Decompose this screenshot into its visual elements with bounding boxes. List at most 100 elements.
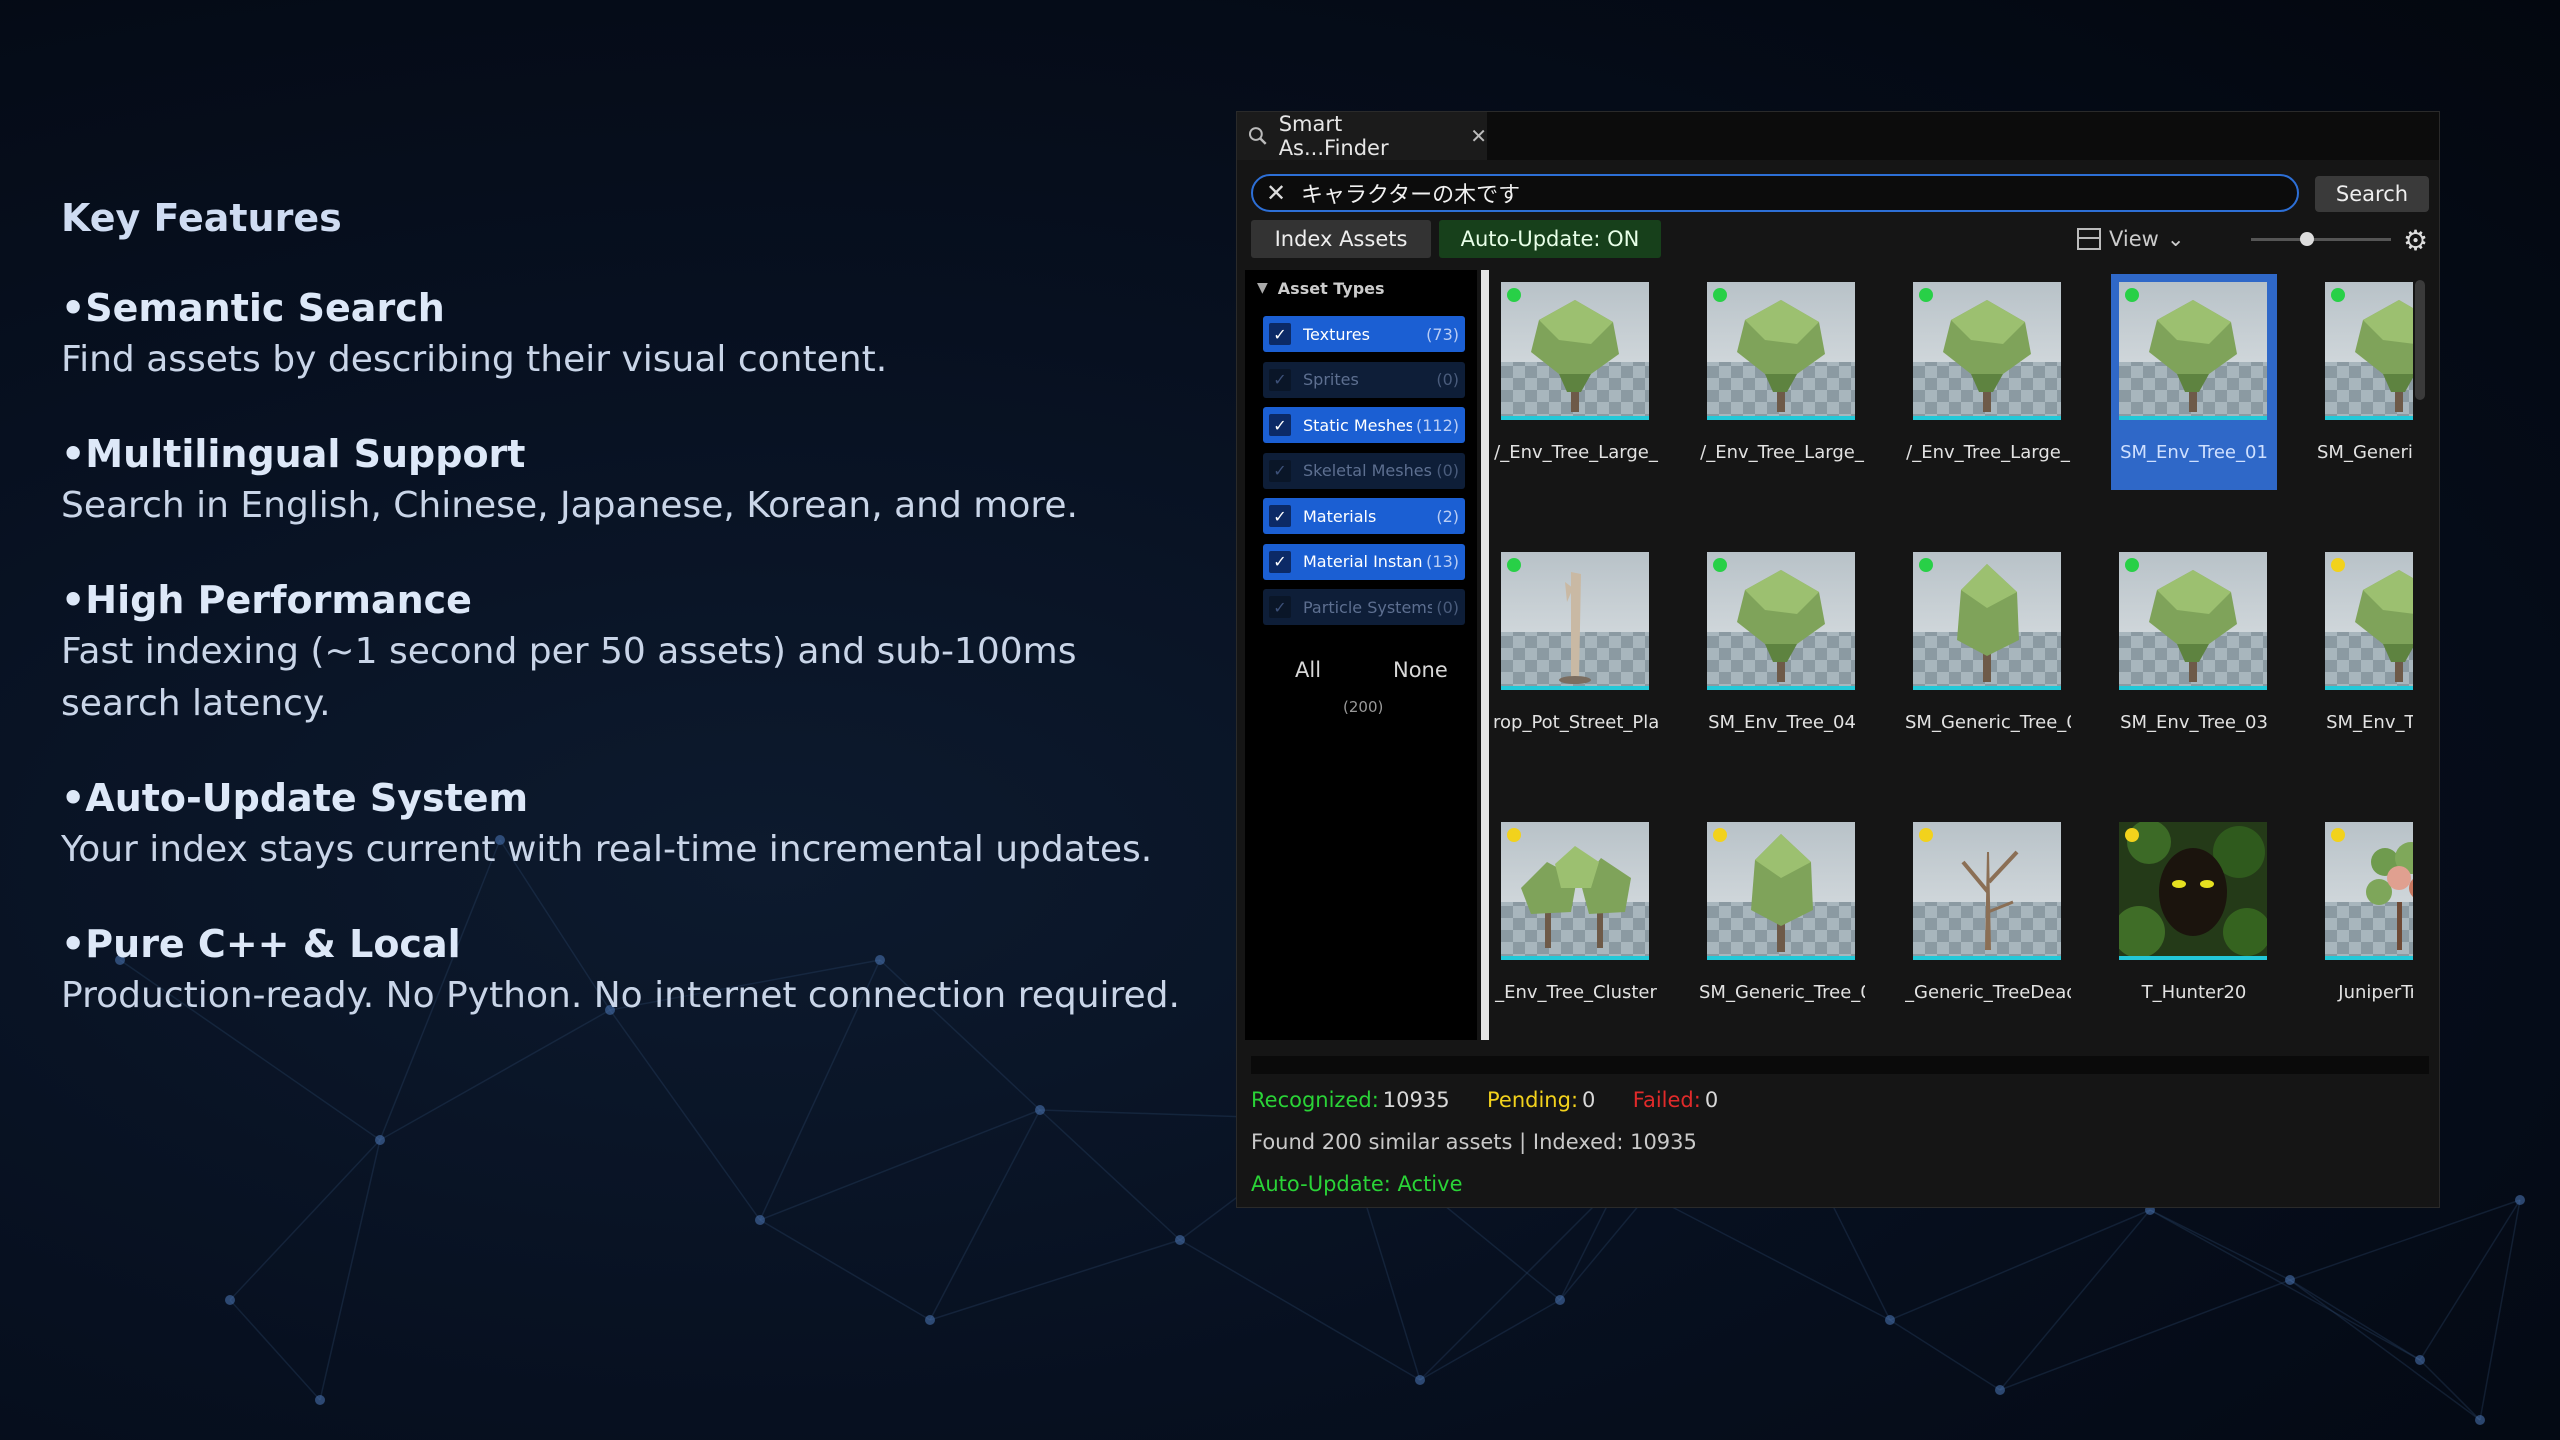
index-assets-button[interactable]: Index Assets <box>1251 220 1431 258</box>
feature-desc: Find assets by describing their visual c… <box>61 339 888 380</box>
index-status-dot <box>1713 558 1727 572</box>
type-name: Textures <box>1303 324 1370 344</box>
feature-performance: •High Performance Fast indexing (~1 seco… <box>61 574 1201 730</box>
type-name: Materials <box>1303 506 1377 526</box>
thumbnail-underline <box>1707 956 1855 960</box>
asset-thumbnail <box>2325 552 2413 690</box>
asset-name: JuniperTree02 <box>2338 982 2413 1003</box>
search-input[interactable] <box>1301 180 2281 206</box>
select-all-button[interactable]: All <box>1295 658 1321 682</box>
checkbox[interactable]: ✓ <box>1269 550 1291 573</box>
index-status-dot <box>1919 828 1933 842</box>
thumbnail-underline <box>1913 956 2061 960</box>
asset-preview-icon <box>1957 564 2019 682</box>
asset-tile[interactable]: _Env_Tree_Cluster <box>1493 814 1659 1030</box>
asset-name: T_Hunter20 <box>2141 982 2247 1003</box>
asset-tile[interactable]: rop_Pot_Street_Pla <box>1493 544 1659 760</box>
close-icon[interactable]: ✕ <box>1470 124 1487 148</box>
thumbnail-underline <box>1913 416 2061 420</box>
gear-icon[interactable]: ⚙ <box>2403 224 2428 257</box>
checkbox[interactable]: ✓ <box>1269 414 1291 436</box>
asset-tile[interactable]: SM_Env_Tree_02 <box>2317 544 2413 760</box>
checkbox[interactable]: ✓ <box>1269 505 1291 527</box>
smart-asset-finder-window: Smart As...Finder ✕ ✕ Search Index Asset… <box>1236 111 2440 1208</box>
type-chip-static-meshes[interactable]: ✓ Static Meshes (112) <box>1263 407 1465 443</box>
index-status-dot <box>2125 558 2139 572</box>
auto-update-toggle[interactable]: Auto-Update: ON <box>1439 220 1661 258</box>
tab-bar: Smart As...Finder ✕ <box>1237 112 2439 160</box>
asset-types-header[interactable]: ▼ Asset Types <box>1245 270 1477 306</box>
asset-name: SM_Generic_Tree_0 <box>2317 442 2413 463</box>
features-heading: Key Features <box>61 196 342 240</box>
type-chip-sprites[interactable]: ✓ Sprites (0) <box>1263 361 1465 398</box>
feature-desc: Your index stays current with real-time … <box>61 829 1153 870</box>
asset-preview-icon <box>1751 834 1813 952</box>
asset-tile[interactable]: SM_Generic_Tree_0 <box>1905 544 2071 760</box>
type-name: Particle Systems <box>1303 597 1433 617</box>
asset-tile[interactable]: SM_Generic_Tree_0 <box>2317 274 2413 490</box>
asset-preview-icon <box>2149 570 2237 682</box>
asset-thumbnail <box>1707 822 1855 960</box>
index-status-dot <box>2125 288 2139 302</box>
slider-handle[interactable] <box>2300 232 2314 246</box>
checkbox[interactable]: ✓ <box>1269 368 1291 391</box>
index-status: Recognized: 10935 Pending: 0 Failed: 0 <box>1251 1088 1722 1112</box>
asset-thumbnail <box>1707 552 1855 690</box>
feature-desc: Fast indexing (~1 second per 50 assets) … <box>61 631 1077 724</box>
type-chip-particle-systems[interactable]: ✓ Particle Systems (0) <box>1263 589 1465 625</box>
thumbnail-underline <box>1707 686 1855 690</box>
index-status-dot <box>2331 828 2345 842</box>
index-status-dot <box>1713 828 1727 842</box>
feature-title: •Multilingual Support <box>61 432 526 476</box>
type-count: (13) <box>1426 552 1459 571</box>
index-status-dot <box>1919 288 1933 302</box>
asset-tile[interactable]: /_Env_Tree_Large_ <box>1493 274 1659 490</box>
asset-name: rop_Pot_Street_Pla <box>1493 712 1659 733</box>
view-dropdown[interactable]: View ⌄ <box>2077 220 2184 258</box>
asset-thumbnail <box>1501 552 1649 690</box>
search-button[interactable]: Search <box>2315 176 2429 212</box>
tab-smart-asset-finder[interactable]: Smart As...Finder ✕ <box>1237 112 1487 160</box>
asset-tile[interactable]: SM_Env_Tree_04 <box>1699 544 1865 760</box>
type-chip-skeletal-meshes[interactable]: ✓ Skeletal Meshes (0) <box>1263 452 1465 489</box>
asset-thumbnail <box>1501 282 1649 420</box>
asset-tile[interactable]: _Generic_TreeDead <box>1905 814 2071 1030</box>
scrollbar[interactable] <box>2415 280 2425 400</box>
asset-name: /_Env_Tree_Large_ <box>1494 442 1658 463</box>
checkbox[interactable]: ✓ <box>1269 459 1291 482</box>
asset-preview-icon <box>1737 300 1825 412</box>
asset-thumbnail <box>1913 282 2061 420</box>
feature-auto-update: •Auto-Update System Your index stays cur… <box>61 772 1201 876</box>
asset-tile[interactable]: SM_Generic_Tree_0 <box>1699 814 1865 1030</box>
checkbox[interactable]: ✓ <box>1269 596 1291 618</box>
index-progress-bar <box>1251 1056 2429 1074</box>
index-status-dot <box>2125 828 2139 842</box>
recognized-value: 10935 <box>1382 1088 1450 1112</box>
asset-grid: /_Env_Tree_Large_ /_Env_Tree_Large_ /_En… <box>1493 270 2413 1040</box>
type-chip-materials[interactable]: ✓ Materials (2) <box>1263 498 1465 534</box>
asset-name: SM_Env_Tree_04 <box>1708 712 1856 733</box>
select-none-button[interactable]: None <box>1393 658 1448 682</box>
asset-preview-icon <box>2355 570 2413 682</box>
index-status-dot <box>1507 558 1521 572</box>
asset-tile[interactable]: /_Env_Tree_Large_ <box>1905 274 2071 490</box>
splitter[interactable] <box>1481 270 1489 1040</box>
type-name: Material Instanc <box>1303 552 1423 571</box>
total-count: (200) <box>1343 698 1384 716</box>
asset-tile[interactable]: SM_Env_Tree_03 <box>2111 544 2277 760</box>
type-chip-material-instanc[interactable]: ✓ Material Instanc (13) <box>1263 543 1465 580</box>
search-summary: Found 200 similar assets | Indexed: 1093… <box>1251 1130 1697 1154</box>
asset-tile[interactable]: SM_Env_Tree_01 <box>2111 274 2277 490</box>
asset-type-filter: ▼ Asset Types ✓ Textures (73) ✓ Sprites (0) ✓ S… <box>1245 270 1477 1040</box>
checkbox[interactable]: ✓ <box>1269 323 1291 345</box>
view-icon <box>2077 228 2101 250</box>
index-status-dot <box>1919 558 1933 572</box>
asset-tile[interactable]: T_Hunter20 <box>2111 814 2277 1030</box>
thumbnail-size-slider[interactable] <box>2251 220 2391 258</box>
clear-icon[interactable]: ✕ <box>1261 179 1291 207</box>
asset-preview-icon <box>2355 300 2413 412</box>
asset-tile[interactable]: JuniperTree02 <box>2317 814 2413 1030</box>
asset-tile[interactable]: /_Env_Tree_Large_ <box>1699 274 1865 490</box>
type-chip-textures[interactable]: ✓ Textures (73) <box>1263 316 1465 352</box>
features-panel: Key Features •Semantic Search Find asset… <box>61 196 1201 1064</box>
